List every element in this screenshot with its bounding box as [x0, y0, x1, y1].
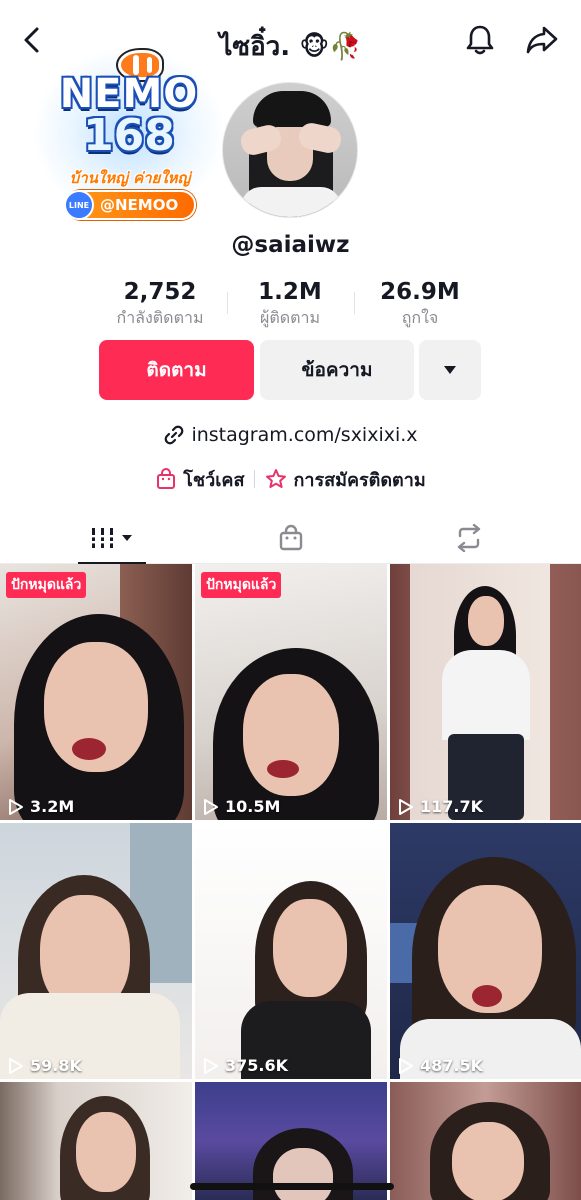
video-thumbnail[interactable]: ปักหมุดแล้ว 10.5M	[195, 564, 387, 820]
view-count: 3.2M	[8, 797, 74, 816]
bio-link[interactable]: instagram.com/sxixixi.x	[0, 424, 581, 446]
caret-down-icon	[444, 366, 456, 374]
play-icon	[399, 798, 413, 815]
bell-icon	[466, 25, 494, 55]
showcase-link[interactable]: โชว์เคส	[155, 465, 244, 494]
view-count: 10.5M	[203, 797, 280, 816]
person-face	[243, 674, 339, 796]
view-count: 117.7K	[398, 797, 483, 816]
view-count: 375.6K	[203, 1056, 288, 1075]
shopping-bag-icon	[157, 468, 176, 489]
share-button[interactable]	[520, 20, 564, 60]
view-count-text: 3.2M	[30, 797, 75, 816]
view-count-text: 10.5M	[225, 797, 281, 816]
shopping-bag-icon	[279, 524, 302, 551]
person-mouth	[267, 760, 299, 778]
ad-banner[interactable]: NEMO 168 บ้านใหญ่ ค่ายใหญ่ LINE @NEMOO	[34, 48, 224, 230]
person-face	[273, 899, 347, 997]
video-thumbnail[interactable]: 487.5K	[390, 823, 581, 1079]
play-icon	[9, 1057, 23, 1074]
view-count: 59.8K	[8, 1056, 82, 1075]
follow-button[interactable]: ติดตาม	[99, 340, 254, 400]
feature-links: โชว์เคส การสมัครติดตาม	[0, 464, 581, 494]
video-thumbnail[interactable]: 59.8K	[0, 823, 192, 1079]
home-indicator	[190, 1183, 394, 1190]
stat-followers[interactable]: 1.2M ผู้ติดตาม	[230, 278, 350, 330]
video-thumbnail[interactable]: 375.6K	[195, 823, 387, 1079]
view-count-text: 59.8K	[30, 1056, 82, 1075]
stat-divider	[354, 292, 355, 314]
pinned-badge: ปักหมุดแล้ว	[6, 572, 87, 598]
video-grid: ปักหมุดแล้ว 3.2M ปักหมุดแล้ว 10.5M 117.7…	[0, 564, 581, 1200]
content-tabs	[0, 512, 581, 564]
message-button[interactable]: ข้อความ	[260, 340, 414, 400]
subscription-label: การสมัครติดตาม	[293, 469, 426, 491]
tab-videos[interactable]	[16, 512, 209, 564]
link-icon	[165, 425, 184, 445]
person-face	[468, 596, 504, 646]
play-icon	[204, 798, 218, 815]
feature-divider	[254, 470, 256, 488]
stat-following[interactable]: 2,752 กำลังติดตาม	[100, 278, 220, 330]
notification-button[interactable]	[460, 20, 500, 60]
repost-icon	[457, 524, 480, 552]
stat-divider	[227, 292, 228, 314]
play-icon	[9, 798, 23, 815]
avatar-cap	[253, 91, 331, 127]
stat-followers-label: ผู้ติดตาม	[259, 308, 321, 327]
stat-likes-value: 26.9M	[380, 279, 460, 305]
share-arrow-icon	[526, 26, 558, 54]
video-thumbnail[interactable]	[0, 1082, 192, 1200]
view-count-text: 487.5K	[420, 1056, 484, 1075]
person-face	[76, 1112, 136, 1192]
line-app-icon: LINE	[64, 190, 94, 220]
stat-likes[interactable]: 26.9M ถูกใจ	[360, 278, 480, 330]
ad-brand: NEMO	[59, 71, 199, 117]
subscription-link[interactable]: การสมัครติดตาม	[265, 465, 426, 494]
stat-likes-label: ถูกใจ	[401, 308, 439, 327]
avatar[interactable]	[222, 82, 358, 218]
ad-number: 168	[83, 110, 175, 161]
play-icon	[399, 1057, 413, 1074]
person-face	[273, 1148, 333, 1200]
username: @saiaiwz	[231, 232, 350, 258]
avatar-shirt	[241, 187, 341, 217]
view-count-text: 375.6K	[225, 1056, 289, 1075]
view-count: 487.5K	[398, 1056, 483, 1075]
view-count-text: 117.7K	[420, 797, 484, 816]
video-thumbnail[interactable]: 117.7K	[390, 564, 581, 820]
more-options-button[interactable]	[419, 340, 481, 400]
ad-handle: @NEMOO	[100, 196, 179, 214]
star-badge-icon	[266, 469, 287, 488]
tab-shop[interactable]	[194, 512, 387, 564]
tab-reposts[interactable]	[372, 512, 565, 564]
pinned-badge: ปักหมุดแล้ว	[201, 572, 282, 598]
stat-followers-value: 1.2M	[258, 279, 322, 305]
profile-stats: 2,752 กำลังติดตาม 1.2M ผู้ติดตาม 26.9M ถ…	[100, 278, 480, 334]
stat-following-value: 2,752	[123, 279, 197, 305]
video-thumbnail[interactable]	[390, 1082, 581, 1200]
bio-link-text: instagram.com/sxixixi.x	[191, 424, 418, 446]
ad-slogan: บ้านใหญ่ ค่ายใหญ่	[69, 169, 191, 187]
stat-following-label: กำลังติดตาม	[116, 308, 204, 327]
person-top	[442, 650, 530, 740]
showcase-label: โชว์เคส	[183, 469, 245, 491]
person-mouth	[472, 985, 502, 1007]
play-icon	[204, 1057, 218, 1074]
video-grid-icon	[91, 528, 132, 548]
person-face	[452, 1122, 524, 1200]
ad-line-pill: LINE @NEMOO	[64, 190, 196, 220]
video-thumbnail[interactable]: ปักหมุดแล้ว 3.2M	[0, 564, 192, 820]
person-mouth	[72, 738, 106, 760]
